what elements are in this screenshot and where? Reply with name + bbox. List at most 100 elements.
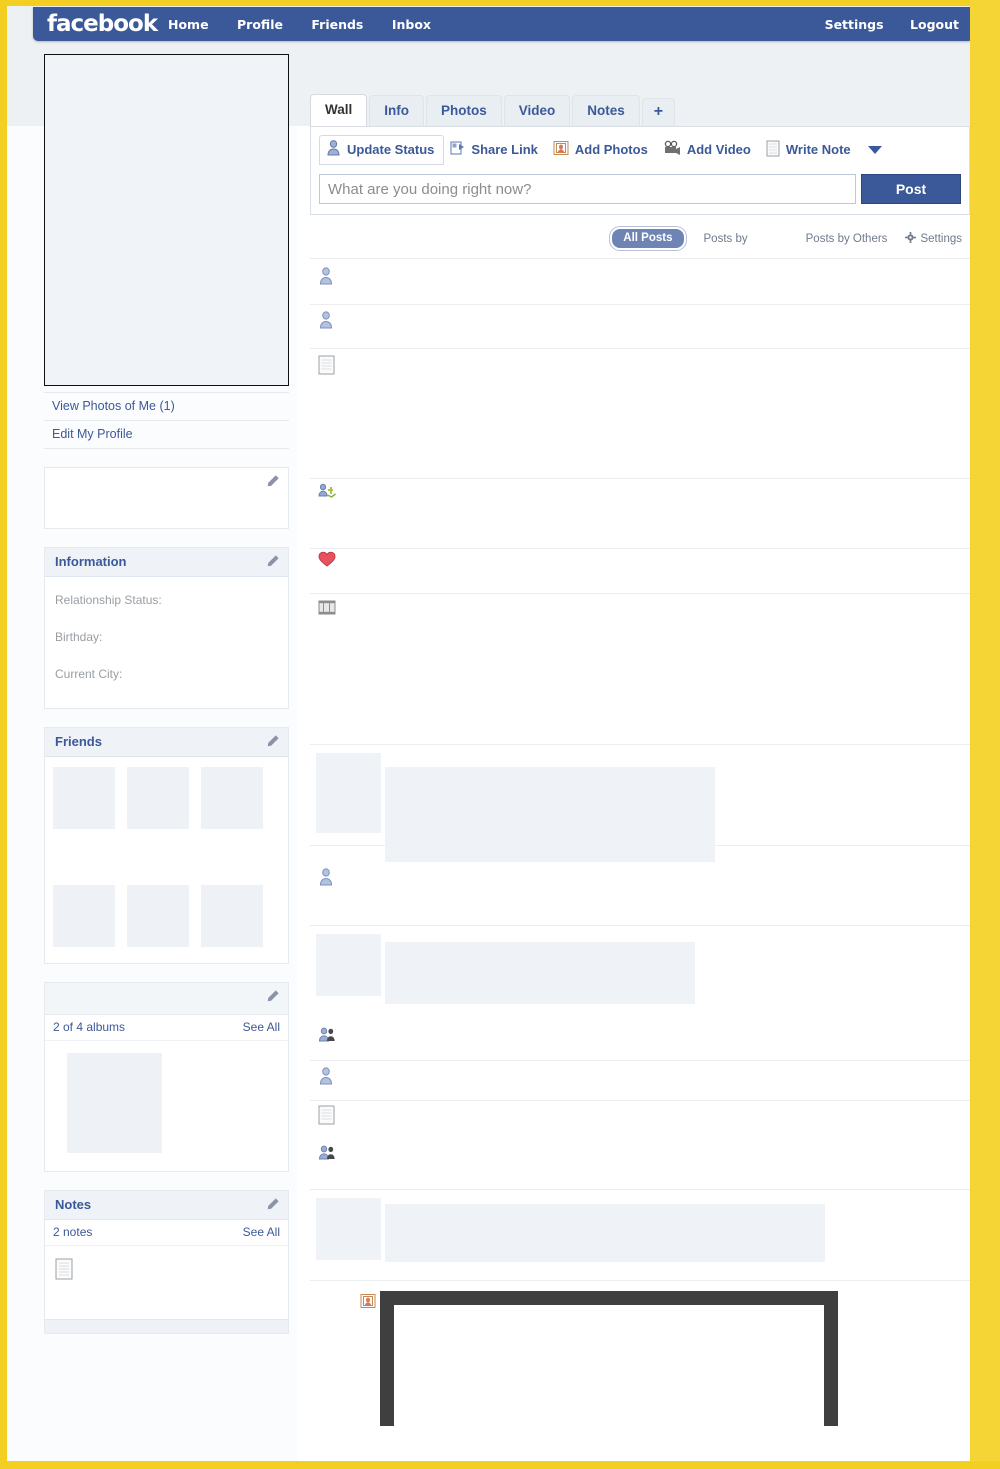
story-item[interactable] bbox=[310, 1061, 970, 1101]
publisher-tool-label: Update Status bbox=[347, 142, 435, 157]
friend-thumbnail[interactable] bbox=[127, 767, 189, 829]
info-field-current-city: Current City: bbox=[55, 661, 278, 698]
page-frame-top bbox=[0, 0, 1000, 6]
edit-pencil-icon[interactable] bbox=[265, 734, 280, 749]
album-thumbnail[interactable] bbox=[67, 1053, 162, 1153]
wall-settings-link[interactable]: Settings bbox=[905, 231, 962, 246]
albums-count-label: 2 of 4 albums bbox=[53, 1020, 126, 1034]
publisher-add-photos[interactable]: Add Photos bbox=[547, 136, 657, 164]
story-item-with-attachment[interactable] bbox=[310, 926, 970, 1021]
wall-feed bbox=[310, 258, 970, 1430]
story-thumbnail[interactable] bbox=[316, 753, 381, 833]
story-item[interactable] bbox=[310, 1021, 970, 1061]
page-frame-left bbox=[0, 0, 7, 1469]
publisher-tool-label: Add Video bbox=[686, 142, 751, 157]
info-label: Relationship Status: bbox=[55, 593, 162, 607]
nav-inbox[interactable]: Inbox bbox=[392, 17, 431, 32]
person-icon bbox=[318, 267, 334, 290]
edit-pencil-icon[interactable] bbox=[265, 989, 280, 1004]
filter-all-posts[interactable]: All Posts bbox=[610, 227, 686, 250]
publisher-share-link[interactable]: Share Link bbox=[444, 136, 546, 164]
page-canvas: facebook Home Profile Friends Inbox Sett… bbox=[7, 6, 970, 1461]
story-item[interactable] bbox=[310, 259, 970, 305]
story-thumbnail[interactable] bbox=[316, 1198, 381, 1260]
info-field-relationship-status: Relationship Status: bbox=[55, 587, 278, 624]
publisher-add-video[interactable]: Add Video bbox=[657, 136, 760, 164]
film-icon bbox=[318, 600, 336, 620]
story-thumbnail[interactable] bbox=[316, 934, 381, 996]
note-icon bbox=[318, 1105, 335, 1130]
story-attachment-block[interactable] bbox=[385, 1204, 825, 1262]
story-attachment-block[interactable] bbox=[385, 942, 695, 1004]
story-item[interactable] bbox=[310, 549, 970, 593]
publisher-update-status[interactable]: Update Status bbox=[319, 135, 445, 165]
edit-my-profile-link[interactable]: Edit My Profile bbox=[44, 421, 289, 449]
note-document-icon[interactable] bbox=[55, 1258, 288, 1285]
info-field-birthday: Birthday: bbox=[55, 624, 278, 661]
info-label: Current City: bbox=[55, 667, 123, 681]
heart-icon bbox=[318, 551, 336, 572]
story-item-with-attachment[interactable] bbox=[310, 745, 970, 862]
friend-thumbnail[interactable] bbox=[53, 767, 115, 829]
nav-logout[interactable]: Logout bbox=[910, 17, 959, 32]
story-item[interactable] bbox=[310, 1101, 970, 1141]
friends-thumbnail-grid bbox=[45, 757, 288, 963]
friend-thumbnail[interactable] bbox=[201, 767, 263, 829]
publisher: Update Status Share Link Add Photos Add … bbox=[310, 127, 970, 215]
information-header: Information bbox=[45, 548, 288, 577]
story-item[interactable] bbox=[310, 1141, 970, 1189]
photos-header bbox=[45, 983, 288, 1015]
notes-count-label: 2 notes bbox=[53, 1225, 93, 1239]
publisher-write-note[interactable]: Write Note bbox=[760, 136, 860, 165]
facebook-profile-page: facebook Home Profile Friends Inbox Sett… bbox=[0, 0, 1000, 1469]
status-input[interactable] bbox=[319, 174, 856, 204]
story-item[interactable] bbox=[310, 305, 970, 349]
tab-info[interactable]: Info bbox=[369, 95, 425, 126]
edit-pencil-icon[interactable] bbox=[265, 554, 280, 569]
page-frame-right bbox=[970, 0, 1000, 1469]
chevron-down-icon[interactable] bbox=[867, 146, 882, 154]
publisher-tool-label: Write Note bbox=[785, 142, 851, 157]
story-item[interactable] bbox=[310, 349, 970, 479]
view-photos-of-me-link[interactable]: View Photos of Me (1) bbox=[44, 392, 289, 421]
nav-profile[interactable]: Profile bbox=[237, 17, 283, 32]
nav-home[interactable]: Home bbox=[168, 17, 209, 32]
albums-meta-row: 2 of 4 albums See All bbox=[45, 1015, 288, 1041]
nav-friends[interactable]: Friends bbox=[311, 17, 363, 32]
facebook-logo[interactable]: facebook bbox=[47, 11, 158, 37]
story-item-with-attachment[interactable] bbox=[310, 1190, 970, 1280]
nav-settings[interactable]: Settings bbox=[825, 17, 884, 32]
information-body: Relationship Status: Birthday: Current C… bbox=[45, 577, 288, 708]
info-label: Birthday: bbox=[55, 630, 103, 644]
story-item[interactable] bbox=[310, 594, 970, 744]
friend-thumbnail[interactable] bbox=[53, 885, 115, 947]
information-box: Information Relationship Status: Birthda… bbox=[44, 547, 289, 709]
profile-picture[interactable] bbox=[44, 54, 289, 386]
person-icon bbox=[326, 140, 341, 159]
edit-pencil-icon[interactable] bbox=[265, 474, 280, 489]
video-camera-icon bbox=[663, 140, 681, 159]
filter-posts-by[interactable]: Posts by bbox=[704, 233, 748, 245]
friend-thumbnail[interactable] bbox=[127, 885, 189, 947]
wall-filter-bar: All Posts Posts by Posts by Others Setti… bbox=[310, 215, 970, 258]
notes-see-all-link[interactable]: See All bbox=[243, 1225, 280, 1239]
albums-see-all-link[interactable]: See All bbox=[243, 1020, 280, 1034]
attached-photo-frame[interactable] bbox=[376, 1287, 842, 1430]
friends-box: Friends bbox=[44, 727, 289, 964]
link-icon bbox=[450, 140, 465, 159]
tab-wall[interactable]: Wall bbox=[310, 94, 368, 126]
photo-story[interactable] bbox=[310, 1281, 970, 1430]
edit-pencil-icon[interactable] bbox=[265, 1197, 280, 1212]
post-button[interactable]: Post bbox=[861, 174, 961, 204]
tab-video[interactable]: Video bbox=[503, 95, 571, 126]
tab-photos[interactable]: Photos bbox=[426, 95, 502, 126]
profile-links: View Photos of Me (1) Edit My Profile bbox=[44, 392, 289, 449]
add-tab-button[interactable]: + bbox=[641, 98, 676, 126]
tab-notes[interactable]: Notes bbox=[572, 95, 640, 126]
primary-nav: Home Profile Friends Inbox bbox=[168, 16, 455, 34]
filter-posts-by-others[interactable]: Posts by Others bbox=[806, 233, 888, 245]
publisher-tool-label: Add Photos bbox=[574, 142, 648, 157]
friend-thumbnail[interactable] bbox=[201, 885, 263, 947]
story-item[interactable] bbox=[310, 846, 970, 926]
story-item[interactable] bbox=[310, 479, 970, 549]
